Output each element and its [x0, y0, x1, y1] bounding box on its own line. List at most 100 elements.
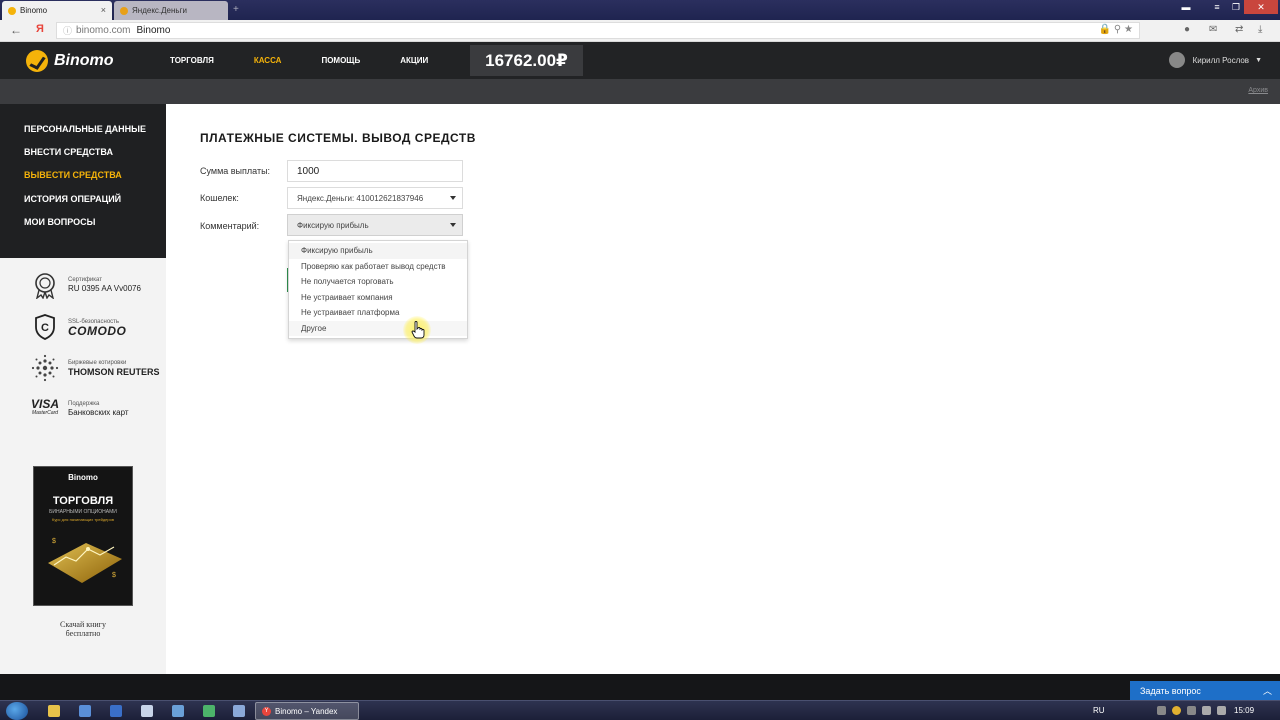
- tray-icon[interactable]: [1172, 706, 1181, 715]
- visa-text: VISA: [30, 397, 59, 411]
- page-title: ПЛАТЕЖНЫЕ СИСТЕМЫ. ВЫВОД СРЕДСТВ: [200, 131, 476, 145]
- yandex-logo-icon[interactable]: Я: [36, 23, 44, 35]
- url-domain: binomo.com: [76, 25, 131, 36]
- chevron-down-icon: [450, 196, 456, 200]
- comment-dropdown-list: Фиксирую прибыль Проверяю как работает в…: [288, 240, 468, 339]
- network-icon[interactable]: [1202, 706, 1211, 715]
- close-window-icon[interactable]: ✕: [1244, 0, 1278, 14]
- book-title: ТОРГОВЛЯ: [52, 495, 114, 507]
- book-brand: Binomo: [68, 473, 98, 482]
- page-info-icon[interactable]: ⓘ: [63, 24, 72, 37]
- tab-label: Binomo: [20, 6, 48, 15]
- dropdown-option[interactable]: Проверяю как работает вывод средств: [289, 259, 467, 275]
- app-icon[interactable]: [141, 705, 153, 717]
- language-indicator[interactable]: RU: [1093, 706, 1105, 715]
- wallet-select[interactable]: Яндекс.Деньги: 410012621837946: [287, 187, 463, 209]
- dropdown-option[interactable]: Другое: [289, 320, 467, 336]
- browser-menu-icon[interactable]: ≡: [1210, 0, 1224, 14]
- amount-label: Сумма выплаты:: [200, 166, 271, 176]
- url-page-title: Binomo: [136, 25, 171, 36]
- site-header: Binomo ТОРГОВЛЯ КАССА ПОМОЩЬ АКЦИИ 16762…: [0, 42, 1280, 79]
- address-bar: ← Я ⓘ binomo.com Binomo 🔒 ⚲ ★ ● ✉ ⇄ ⤓: [0, 20, 1280, 42]
- back-arrow-icon[interactable]: ←: [10, 23, 22, 37]
- binomo-logo[interactable]: Binomo: [26, 50, 114, 72]
- search-icon[interactable]: ⚲: [1114, 24, 1121, 35]
- yandex-money-favicon-icon: [120, 6, 128, 15]
- page-footer-strip: [0, 674, 1280, 700]
- ask-question-button[interactable]: Задать вопрос ︿: [1130, 681, 1280, 700]
- amount-input[interactable]: 1000: [287, 160, 463, 182]
- certificate-icon: [30, 272, 60, 299]
- app-icon[interactable]: [79, 705, 91, 717]
- sidebar-item-personal-data[interactable]: ПЕРСОНАЛЬНЫЕ ДАННЫЕ: [0, 124, 166, 147]
- book-subtitle: БИНАРНЫМИ ОПЦИОНАМИ: [49, 509, 117, 515]
- dropdown-option[interactable]: Не получается торговать: [289, 274, 467, 290]
- download-icon[interactable]: ⤓: [1258, 24, 1270, 36]
- minimize-window-icon[interactable]: ▬: [1180, 0, 1192, 14]
- trust-caption: Сертификат: [68, 277, 102, 283]
- lock-icon: 🔒: [1098, 24, 1112, 35]
- bookmark-star-icon[interactable]: ★: [1124, 24, 1133, 35]
- sidebar-trust-panel: Сертификат RU 0395 AA Vv0076 C SSL-безоп…: [0, 258, 166, 674]
- main-nav: ТОРГОВЛЯ КАССА ПОМОЩЬ АКЦИИ: [150, 42, 448, 79]
- sidebar-item-history[interactable]: ИСТОРИЯ ОПЕРАЦИЙ: [0, 194, 166, 217]
- nav-promotions[interactable]: АКЦИИ: [380, 42, 448, 79]
- comment-label: Комментарий:: [200, 221, 260, 231]
- explorer-icon[interactable]: [48, 705, 60, 717]
- nav-cashier[interactable]: КАССА: [234, 42, 302, 79]
- chevron-up-icon: ︿: [1262, 686, 1272, 696]
- mail-icon[interactable]: ✉: [1209, 24, 1221, 36]
- binomo-logo-icon: [26, 50, 48, 72]
- nav-help[interactable]: ПОМОЩЬ: [301, 42, 380, 79]
- reuters-icon: [30, 354, 60, 382]
- svg-text:$: $: [52, 538, 56, 545]
- trust-visa-mastercard: VISA MasterCard Поддержка Банковских кар…: [30, 396, 129, 422]
- new-tab-icon[interactable]: +: [231, 3, 243, 16]
- close-tab-icon[interactable]: ×: [101, 5, 106, 15]
- sidebar-item-my-questions[interactable]: МОИ ВОПРОСЫ: [0, 217, 166, 240]
- sidebar-item-withdraw[interactable]: ВЫВЕСТИ СРЕДСТВА: [0, 170, 166, 193]
- browser-tab-binomo[interactable]: Binomo ×: [2, 1, 112, 20]
- caption-line-2: бесплатно: [65, 629, 101, 638]
- task-label: Binomo – Yandex: [275, 706, 338, 716]
- trust-certificate: Сертификат RU 0395 AA Vv0076: [30, 272, 141, 299]
- translate-icon[interactable]: ⇄: [1235, 24, 1247, 36]
- user-menu[interactable]: Кирилл Рослов ▼: [1168, 52, 1262, 68]
- app-icon[interactable]: [110, 705, 122, 717]
- avatar: [1168, 52, 1185, 68]
- sidebar-item-deposit[interactable]: ВНЕСТИ СРЕДСТВА: [0, 147, 166, 170]
- hand-cursor-icon: [411, 321, 425, 339]
- tray-icon[interactable]: [1187, 706, 1196, 715]
- sub-header: Архив: [0, 79, 1280, 104]
- ebook-download-caption[interactable]: Скачай книгу бесплатно: [33, 620, 133, 638]
- dropdown-option[interactable]: Не устраивает платформа: [289, 305, 467, 321]
- tray-icon[interactable]: [1157, 706, 1166, 715]
- app-icon[interactable]: [233, 705, 245, 717]
- browser-tab-yandex-money[interactable]: Яндекс.Деньги: [114, 1, 228, 20]
- mastercard-text: MasterCard: [31, 410, 59, 416]
- app-icon[interactable]: [172, 705, 184, 717]
- comment-select[interactable]: Фиксирую прибыль: [287, 214, 463, 236]
- clock[interactable]: 15:09: [1234, 706, 1254, 715]
- svg-text:C: C: [41, 322, 49, 334]
- dropdown-option[interactable]: Не устраивает компания: [289, 290, 467, 306]
- extension-icon[interactable]: ●: [1184, 24, 1196, 36]
- url-field[interactable]: ⓘ binomo.com Binomo 🔒 ⚲ ★: [56, 22, 1140, 39]
- chevron-down-icon: [450, 223, 456, 227]
- sidebar-menu: ПЕРСОНАЛЬНЫЕ ДАННЫЕ ВНЕСТИ СРЕДСТВА ВЫВЕ…: [0, 104, 166, 258]
- nav-trading[interactable]: ТОРГОВЛЯ: [150, 42, 234, 79]
- archive-link[interactable]: Архив: [1248, 87, 1268, 94]
- maximize-window-icon[interactable]: ❐: [1228, 0, 1244, 14]
- tab-label: Яндекс.Деньги: [132, 6, 187, 15]
- wallet-label: Кошелек:: [200, 193, 239, 203]
- trust-value: Банковских карт: [68, 408, 129, 417]
- dropdown-option[interactable]: Фиксирую прибыль: [289, 243, 467, 259]
- windows-start-icon[interactable]: [6, 702, 28, 720]
- ebook-cover[interactable]: Binomo ТОРГОВЛЯ БИНАРНЫМИ ОПЦИОНАМИ Курс…: [33, 466, 133, 606]
- taskbar-task-browser[interactable]: Y Binomo – Yandex: [255, 702, 359, 720]
- account-balance: 16762.00₽: [470, 45, 583, 76]
- volume-icon[interactable]: [1217, 706, 1226, 715]
- browser-tab-strip: Binomo × Яндекс.Деньги + ▬ ≡ ❐ ✕: [0, 0, 1280, 20]
- trust-value: RU 0395 AA Vv0076: [68, 284, 141, 293]
- app-icon[interactable]: [203, 705, 215, 717]
